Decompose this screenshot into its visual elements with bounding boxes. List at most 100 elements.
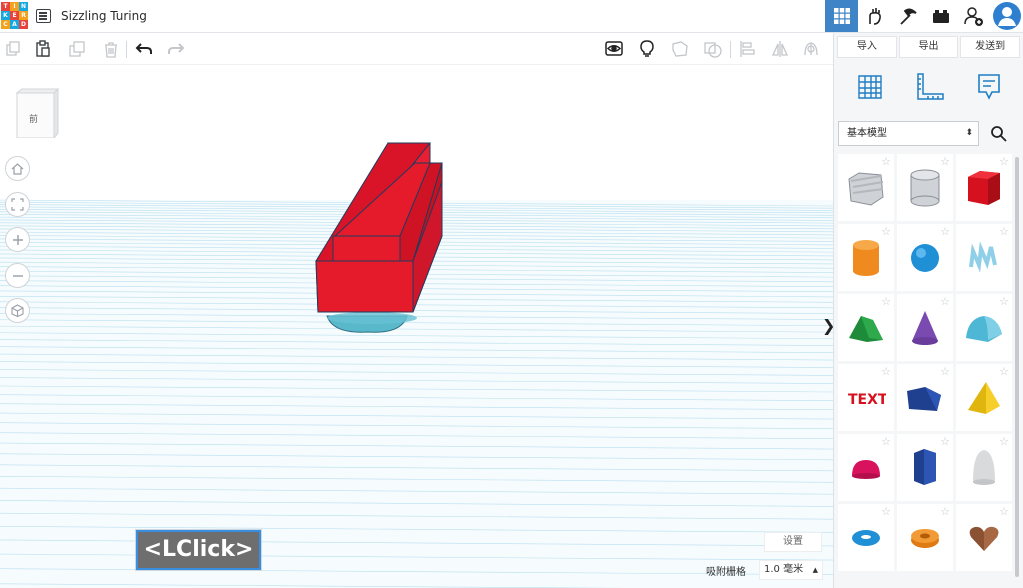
top-right-nav [825, 0, 1023, 32]
star-icon[interactable]: ☆ [940, 435, 950, 448]
collapse-panel-arrow[interactable]: ❯ [822, 316, 833, 335]
snap-grid-select[interactable]: 1.0 毫米 ▲ [759, 560, 823, 580]
circuits-icon[interactable] [858, 0, 891, 32]
view-cube-front-label: 前 [29, 115, 39, 125]
star-icon[interactable]: ☆ [999, 435, 1009, 448]
export-button[interactable]: 导出 [898, 36, 959, 58]
snap-grid-label: 吸附栅格 [706, 567, 746, 578]
ruler-icon[interactable] [915, 72, 945, 106]
zoom-out-icon[interactable] [5, 263, 30, 288]
lego-bricks-icon[interactable] [924, 0, 957, 32]
star-icon[interactable]: ☆ [999, 365, 1009, 378]
shape-text[interactable]: ☆ TEXT [838, 364, 894, 431]
select-arrows-icon: ⬍ [965, 128, 973, 138]
workplane-scene[interactable] [0, 66, 833, 588]
logo-tile: D [19, 20, 28, 29]
send-to-button[interactable]: 发送到 [960, 36, 1021, 58]
tinkercad-editor: TINKERCAD Sizzling Turing 前 设置 吸附栅格 1.0 … [0, 0, 1023, 588]
shape-box[interactable]: ☆ [956, 154, 1012, 221]
view-cube[interactable]: 前 [14, 87, 60, 140]
logo-tile: N [19, 2, 28, 11]
shape-cone[interactable]: ☆ [897, 294, 953, 361]
logo-tile: K [1, 11, 10, 20]
star-icon[interactable]: ☆ [881, 225, 891, 238]
codeblocks-icon[interactable] [891, 0, 924, 32]
logo-tile: A [10, 20, 19, 29]
logo-tile: E [10, 11, 19, 20]
shape-tube[interactable]: ☆ [897, 504, 953, 571]
star-icon[interactable]: ☆ [881, 295, 891, 308]
star-icon[interactable]: ☆ [940, 365, 950, 378]
design-list-icon[interactable] [36, 9, 51, 23]
shape-box-hole[interactable]: ☆ [838, 154, 894, 221]
ungroup-icon[interactable] [704, 40, 722, 58]
star-icon[interactable]: ☆ [940, 155, 950, 168]
svg-text:TEXT: TEXT [848, 392, 886, 408]
panel-tabs: 导入 导出 发送到 [834, 33, 1023, 59]
delete-icon[interactable] [102, 40, 120, 58]
add-user-icon[interactable] [957, 0, 990, 32]
star-icon[interactable]: ☆ [999, 295, 1009, 308]
top-bar: TINKERCAD Sizzling Turing [0, 0, 1023, 33]
shape-half-sphere[interactable]: ☆ [838, 434, 894, 501]
3d-design-icon[interactable] [825, 0, 858, 32]
fit-icon[interactable] [5, 192, 30, 217]
shape-library-select[interactable]: 基本模型 ⬍ [838, 121, 979, 146]
group-icon[interactable] [671, 40, 689, 58]
star-icon[interactable]: ☆ [881, 435, 891, 448]
undo-icon[interactable] [135, 40, 153, 58]
click-indicator-overlay: <LClick> [135, 529, 262, 571]
copy-icon[interactable] [4, 40, 22, 58]
duplicate-icon[interactable] [68, 40, 86, 58]
star-icon[interactable]: ☆ [940, 225, 950, 238]
home-icon[interactable] [5, 156, 30, 181]
mirror-icon[interactable] [771, 40, 789, 58]
workplane-viewport[interactable]: 前 ❯ 设置 吸附栅格 1.0 毫米 ▲ <LClick> [0, 66, 833, 588]
settings-button[interactable]: 设置 [764, 532, 822, 552]
lightbulb-icon[interactable] [638, 40, 656, 58]
zoom-in-icon[interactable] [5, 227, 30, 252]
logo-tile: T [1, 2, 10, 11]
shape-scribble[interactable]: ☆ [956, 224, 1012, 291]
align-icon[interactable] [738, 40, 756, 58]
star-icon[interactable]: ☆ [940, 505, 950, 518]
search-icon[interactable] [984, 121, 1014, 146]
star-icon[interactable]: ☆ [940, 295, 950, 308]
shape-cylinder[interactable]: ☆ [838, 224, 894, 291]
star-icon[interactable]: ☆ [999, 225, 1009, 238]
import-button[interactable]: 导入 [837, 36, 897, 58]
perspective-icon[interactable] [5, 298, 30, 323]
shape-torus[interactable]: ☆ [838, 504, 894, 571]
panel-scrollbar[interactable] [1015, 157, 1019, 577]
avatar[interactable] [990, 0, 1023, 32]
shape-heart[interactable]: ☆ [956, 504, 1012, 571]
shape-polygon[interactable]: ☆ [897, 434, 953, 501]
star-icon[interactable]: ☆ [999, 505, 1009, 518]
logo-tile: C [1, 20, 10, 29]
shape-paraboloid[interactable]: ☆ [956, 434, 1012, 501]
star-icon[interactable]: ☆ [881, 505, 891, 518]
shape-wedge[interactable]: ☆ [897, 364, 953, 431]
notes-icon[interactable] [976, 72, 1002, 106]
shape-sphere[interactable]: ☆ [897, 224, 953, 291]
show-all-icon[interactable] [605, 40, 623, 58]
shape-round-roof[interactable]: ☆ [956, 294, 1012, 361]
snap-grid-value: 1.0 毫米 [764, 564, 804, 575]
panel-view-icons [834, 59, 1023, 119]
workplane-grid-icon[interactable] [856, 73, 884, 105]
star-icon[interactable]: ☆ [881, 365, 891, 378]
tinkercad-logo[interactable]: TINKERCAD [1, 2, 28, 29]
edit-toolbar [0, 33, 833, 65]
star-icon[interactable]: ☆ [999, 155, 1009, 168]
logo-tile: I [10, 2, 19, 11]
shape-cylinder-hole[interactable]: ☆ [897, 154, 953, 221]
shape-roof[interactable]: ☆ [838, 294, 894, 361]
shape-pyramid[interactable]: ☆ [956, 364, 1012, 431]
star-icon[interactable]: ☆ [881, 155, 891, 168]
cruise-icon[interactable] [802, 40, 820, 58]
paste-icon[interactable] [34, 40, 52, 58]
design-title[interactable]: Sizzling Turing [61, 9, 147, 23]
redo-icon[interactable] [167, 40, 185, 58]
caret-up-icon: ▲ [812, 566, 818, 574]
logo-tile: R [19, 11, 28, 20]
